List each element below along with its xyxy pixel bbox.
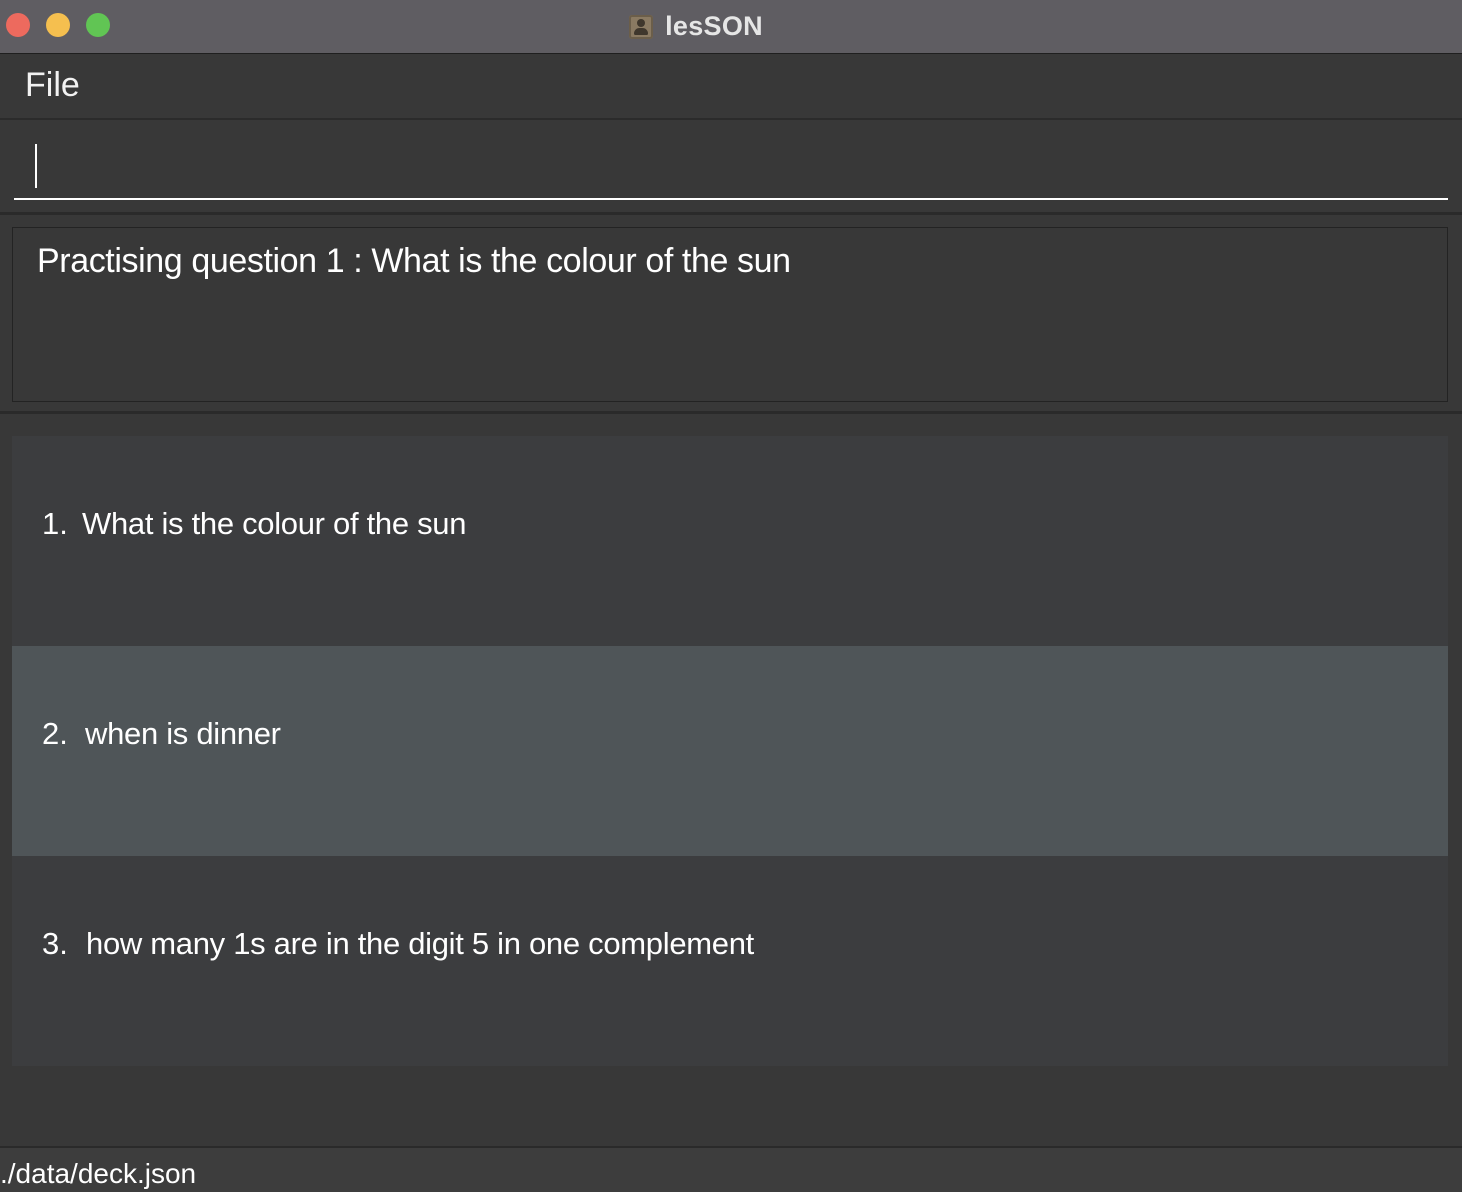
command-box (0, 120, 1462, 215)
question-index: 2. (42, 716, 68, 751)
section-divider (0, 411, 1462, 414)
result-display: Practising question 1 : What is the colo… (12, 227, 1448, 402)
question-index: 3. (42, 926, 68, 961)
command-input[interactable] (14, 126, 1448, 200)
question-text: how many 1s are in the digit 5 in one co… (86, 926, 754, 961)
text-caret (35, 144, 37, 188)
question-index: 1. (42, 506, 68, 541)
contact-card-icon (629, 14, 654, 39)
window-title: lesSON (665, 11, 763, 41)
question-list-item[interactable]: 1. What is the colour of the sun (12, 436, 1448, 646)
question-text: when is dinner (85, 716, 281, 751)
title-bar[interactable]: lesSON (0, 0, 1462, 54)
menu-bar: File (0, 54, 1462, 120)
question-list-item-selected[interactable]: 2. when is dinner (12, 646, 1448, 856)
window-title-group: lesSON (0, 0, 1462, 53)
status-bar: ./data/deck.json (0, 1146, 1462, 1192)
result-text: Practising question 1 : What is the colo… (37, 242, 791, 280)
save-location-path: ./data/deck.json (0, 1158, 197, 1189)
menu-file[interactable]: File (25, 66, 80, 105)
app-window: lesSON File Practising question 1 : What… (0, 0, 1462, 1192)
question-text: What is the colour of the sun (82, 506, 467, 541)
question-list: 1. What is the colour of the sun 2. when… (12, 436, 1448, 1066)
question-list-item[interactable]: 3. how many 1s are in the digit 5 in one… (12, 856, 1448, 1066)
